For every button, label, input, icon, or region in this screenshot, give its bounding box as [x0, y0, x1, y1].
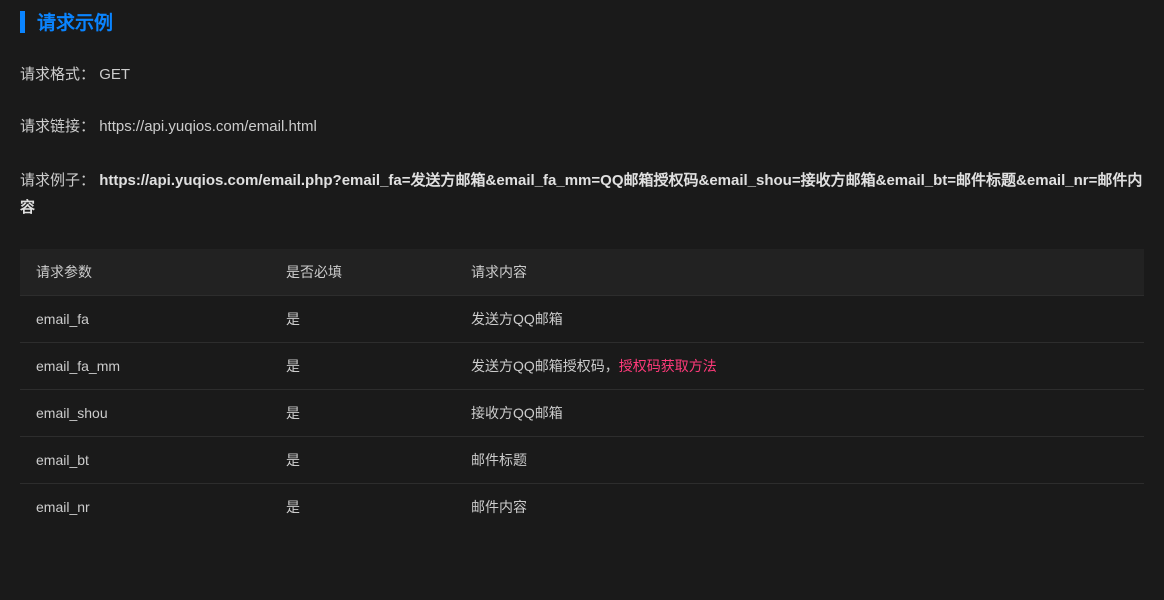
params-table: 请求参数 是否必填 请求内容 email_fa 是 发送方QQ邮箱 email_…: [20, 249, 1144, 530]
section-header: 请求示例: [20, 8, 1144, 35]
table-row: email_fa_mm 是 发送方QQ邮箱授权码，授权码获取方法: [20, 343, 1144, 390]
header-required: 是否必填: [270, 249, 455, 296]
cell-content-text: 邮件标题: [471, 452, 527, 468]
header-content: 请求内容: [455, 249, 1144, 296]
params-table-head: 请求参数 是否必填 请求内容: [20, 249, 1144, 296]
cell-content: 发送方QQ邮箱: [455, 296, 1144, 343]
request-format-label: 请求格式：: [20, 66, 95, 83]
table-row: email_bt 是 邮件标题: [20, 437, 1144, 484]
cell-required: 是: [270, 296, 455, 343]
request-example-line: 请求例子： https://api.yuqios.com/email.php?e…: [20, 167, 1144, 221]
table-row: email_fa 是 发送方QQ邮箱: [20, 296, 1144, 343]
cell-content: 邮件标题: [455, 437, 1144, 484]
cell-content: 发送方QQ邮箱授权码，授权码获取方法: [455, 343, 1144, 390]
header-param: 请求参数: [20, 249, 270, 296]
cell-content-text: 接收方QQ邮箱: [471, 405, 563, 421]
cell-required: 是: [270, 343, 455, 390]
request-url-label: 请求链接：: [20, 118, 95, 135]
cell-content-text: 邮件内容: [471, 499, 527, 515]
cell-required: 是: [270, 390, 455, 437]
cell-param: email_fa: [20, 296, 270, 343]
cell-param: email_nr: [20, 484, 270, 531]
cell-required: 是: [270, 437, 455, 484]
cell-required: 是: [270, 484, 455, 531]
cell-param: email_fa_mm: [20, 343, 270, 390]
cell-content-text: 发送方QQ邮箱: [471, 311, 563, 327]
params-table-body: email_fa 是 发送方QQ邮箱 email_fa_mm 是 发送方QQ邮箱…: [20, 296, 1144, 531]
auth-code-link[interactable]: 授权码获取方法: [619, 358, 717, 374]
request-url-value: https://api.yuqios.com/email.html: [99, 118, 317, 135]
cell-content: 邮件内容: [455, 484, 1144, 531]
request-format-line: 请求格式： GET: [20, 63, 1144, 87]
table-row: email_shou 是 接收方QQ邮箱: [20, 390, 1144, 437]
request-example-label: 请求例子：: [20, 172, 95, 189]
params-table-header-row: 请求参数 是否必填 请求内容: [20, 249, 1144, 296]
cell-param: email_shou: [20, 390, 270, 437]
request-url-line: 请求链接： https://api.yuqios.com/email.html: [20, 115, 1144, 139]
table-row: email_nr 是 邮件内容: [20, 484, 1144, 531]
cell-content: 接收方QQ邮箱: [455, 390, 1144, 437]
request-format-value: GET: [99, 66, 130, 83]
cell-content-text: 发送方QQ邮箱授权码，: [471, 358, 619, 374]
cell-param: email_bt: [20, 437, 270, 484]
section-accent-bar: [20, 11, 25, 33]
request-example-value: https://api.yuqios.com/email.php?email_f…: [20, 172, 1142, 216]
section-title: 请求示例: [37, 8, 113, 35]
